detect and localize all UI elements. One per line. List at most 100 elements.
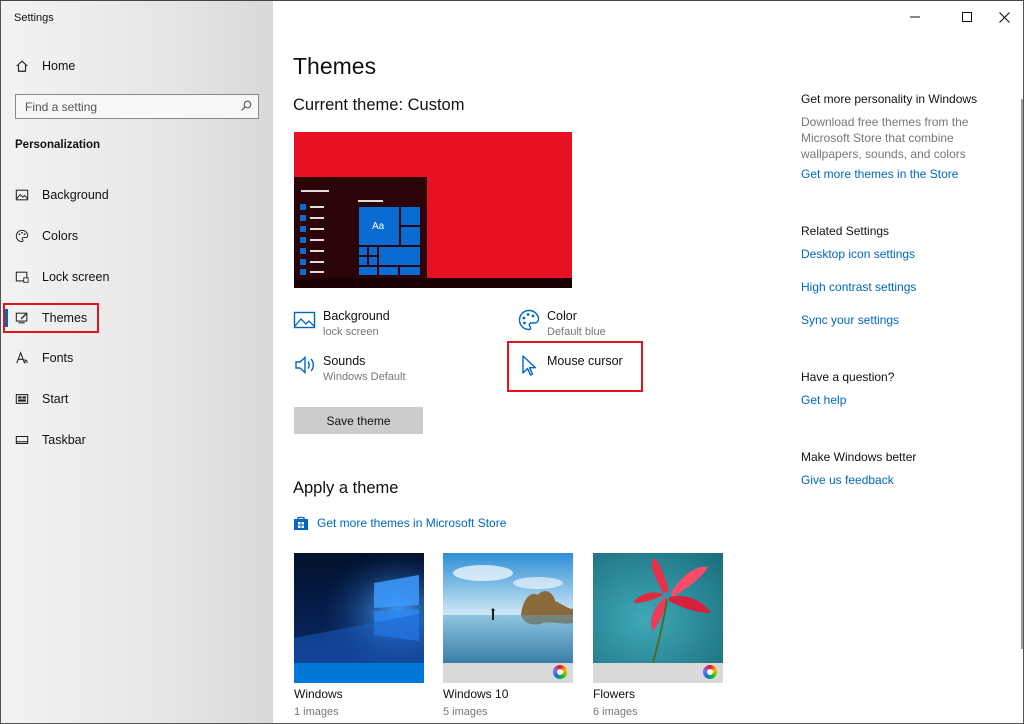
theme-preview: Aa <box>294 132 572 288</box>
sidebar-item-colors[interactable]: Colors <box>1 219 273 253</box>
theme-name: Flowers <box>593 687 636 701</box>
personality-section: Get more personality in Windows <box>801 92 1011 106</box>
question-heading: Have a question? <box>801 370 895 384</box>
sidebar-item-label: Colors <box>42 229 79 243</box>
sidebar-item-background[interactable]: Background <box>1 178 273 212</box>
high-contrast-settings-link[interactable]: High contrast settings <box>801 280 1011 294</box>
preview-tile <box>358 266 378 276</box>
preview-tile <box>400 226 421 246</box>
get-themes-store-link[interactable]: Get more themes in the Store <box>801 167 1011 181</box>
home-label: Home <box>42 59 76 73</box>
sidebar-item-fonts[interactable]: Fonts <box>1 341 273 375</box>
page-title: Themes <box>293 53 377 79</box>
windows-accent-strip <box>294 663 424 683</box>
preview-square <box>300 226 306 232</box>
option-title: Sounds <box>323 354 366 368</box>
speaker-icon <box>295 355 314 375</box>
preview-line <box>310 239 324 241</box>
sidebar-item-label: Background <box>42 188 109 202</box>
option-title: Color <box>547 309 577 323</box>
apply-theme-heading: Apply a theme <box>293 479 399 497</box>
get-help-link[interactable]: Get help <box>801 393 1011 407</box>
search-icon[interactable] <box>240 100 252 112</box>
preview-square <box>300 204 306 210</box>
option-subtitle: Windows Default <box>323 371 406 383</box>
start-icon <box>15 392 29 406</box>
sidebar-item-label: Fonts <box>42 351 74 365</box>
theme-name: Windows <box>294 687 343 701</box>
fonts-icon <box>15 351 29 365</box>
home-nav-item[interactable]: Home <box>1 49 273 83</box>
desktop-icon-settings-link[interactable]: Desktop icon settings <box>801 247 1011 261</box>
search-input[interactable] <box>16 95 236 118</box>
taskbar-icon <box>15 433 29 447</box>
preview-square <box>300 237 306 243</box>
sidebar-item-lock-screen[interactable]: Lock screen <box>1 260 273 294</box>
sidebar-item-label: Start <box>42 392 69 406</box>
make-windows-better-heading: Make Windows better <box>801 450 917 464</box>
store-icon <box>294 516 308 530</box>
sounds-option[interactable]: Sounds Windows Default <box>293 353 406 385</box>
mouse-cursor-highlight-box <box>507 341 643 392</box>
minimize-button[interactable] <box>900 5 930 29</box>
palette-icon <box>15 229 29 243</box>
preview-line <box>310 250 324 252</box>
close-icon <box>998 11 1010 23</box>
home-icon <box>15 59 29 73</box>
preview-square <box>300 259 306 265</box>
theme-thumbnail-flowers[interactable] <box>593 553 723 683</box>
color-option[interactable]: Color Default blue <box>517 308 606 340</box>
maximize-button[interactable] <box>952 5 982 29</box>
theme-image-count: 6 images <box>593 706 638 718</box>
flower-wallpaper <box>593 553 723 663</box>
color-wheel-icon <box>553 665 567 679</box>
settings-window: Settings Home Personalization Background… <box>0 0 1024 724</box>
preview-line <box>358 200 383 202</box>
preview-tile-text: Aa <box>372 221 385 232</box>
save-theme-button[interactable]: Save theme <box>294 407 423 434</box>
sidebar-item-label: Lock screen <box>42 270 110 284</box>
search-box[interactable] <box>15 94 259 119</box>
main-content: Themes Current theme: Custom Aa Backgrou… <box>273 1 1023 723</box>
beach-wallpaper <box>443 553 573 663</box>
preview-tile <box>358 256 368 266</box>
preview-line <box>310 261 324 263</box>
preview-tile-wide <box>378 246 421 266</box>
personality-text: Download free themes from the Microsoft … <box>801 115 969 161</box>
minimize-icon <box>910 16 920 18</box>
option-subtitle: lock screen <box>323 326 379 338</box>
theme-name: Windows 10 <box>443 687 509 701</box>
option-title: Background <box>323 309 390 323</box>
preview-line <box>310 206 324 208</box>
give-feedback-link[interactable]: Give us feedback <box>801 473 1011 487</box>
background-option[interactable]: Background lock screen <box>293 308 390 340</box>
theme-image-count: 5 images <box>443 706 488 718</box>
picture-icon <box>293 311 316 329</box>
palette-icon <box>518 309 540 331</box>
store-link[interactable]: Get more themes in Microsoft Store <box>293 515 506 531</box>
sync-settings-link[interactable]: Sync your settings <box>801 313 1011 327</box>
theme-image-count: 1 images <box>294 706 339 718</box>
close-button[interactable] <box>989 5 1019 29</box>
preview-square <box>300 248 306 254</box>
theme-thumbnail-windows-10[interactable] <box>443 553 573 683</box>
store-link-label: Get more themes in Microsoft Store <box>317 516 507 530</box>
preview-tile <box>378 266 399 276</box>
preview-tile <box>358 246 368 256</box>
picture-icon <box>15 188 29 202</box>
current-theme-heading: Current theme: Custom <box>293 96 465 114</box>
preview-line <box>310 271 324 273</box>
theme-thumbnail-windows[interactable] <box>294 553 424 683</box>
themes-highlight-box <box>3 303 99 333</box>
option-subtitle: Default blue <box>547 326 606 338</box>
preview-tile <box>368 246 378 256</box>
sidebar-item-label: Taskbar <box>42 433 86 447</box>
maximize-icon <box>962 12 972 22</box>
sidebar-item-start[interactable]: Start <box>1 382 273 416</box>
preview-tile <box>399 266 421 276</box>
preview-line <box>310 228 324 230</box>
section-title: Personalization <box>15 139 100 151</box>
sidebar-item-taskbar[interactable]: Taskbar <box>1 423 273 457</box>
preview-square <box>300 269 306 275</box>
sidebar: Settings Home Personalization Background… <box>1 1 273 723</box>
